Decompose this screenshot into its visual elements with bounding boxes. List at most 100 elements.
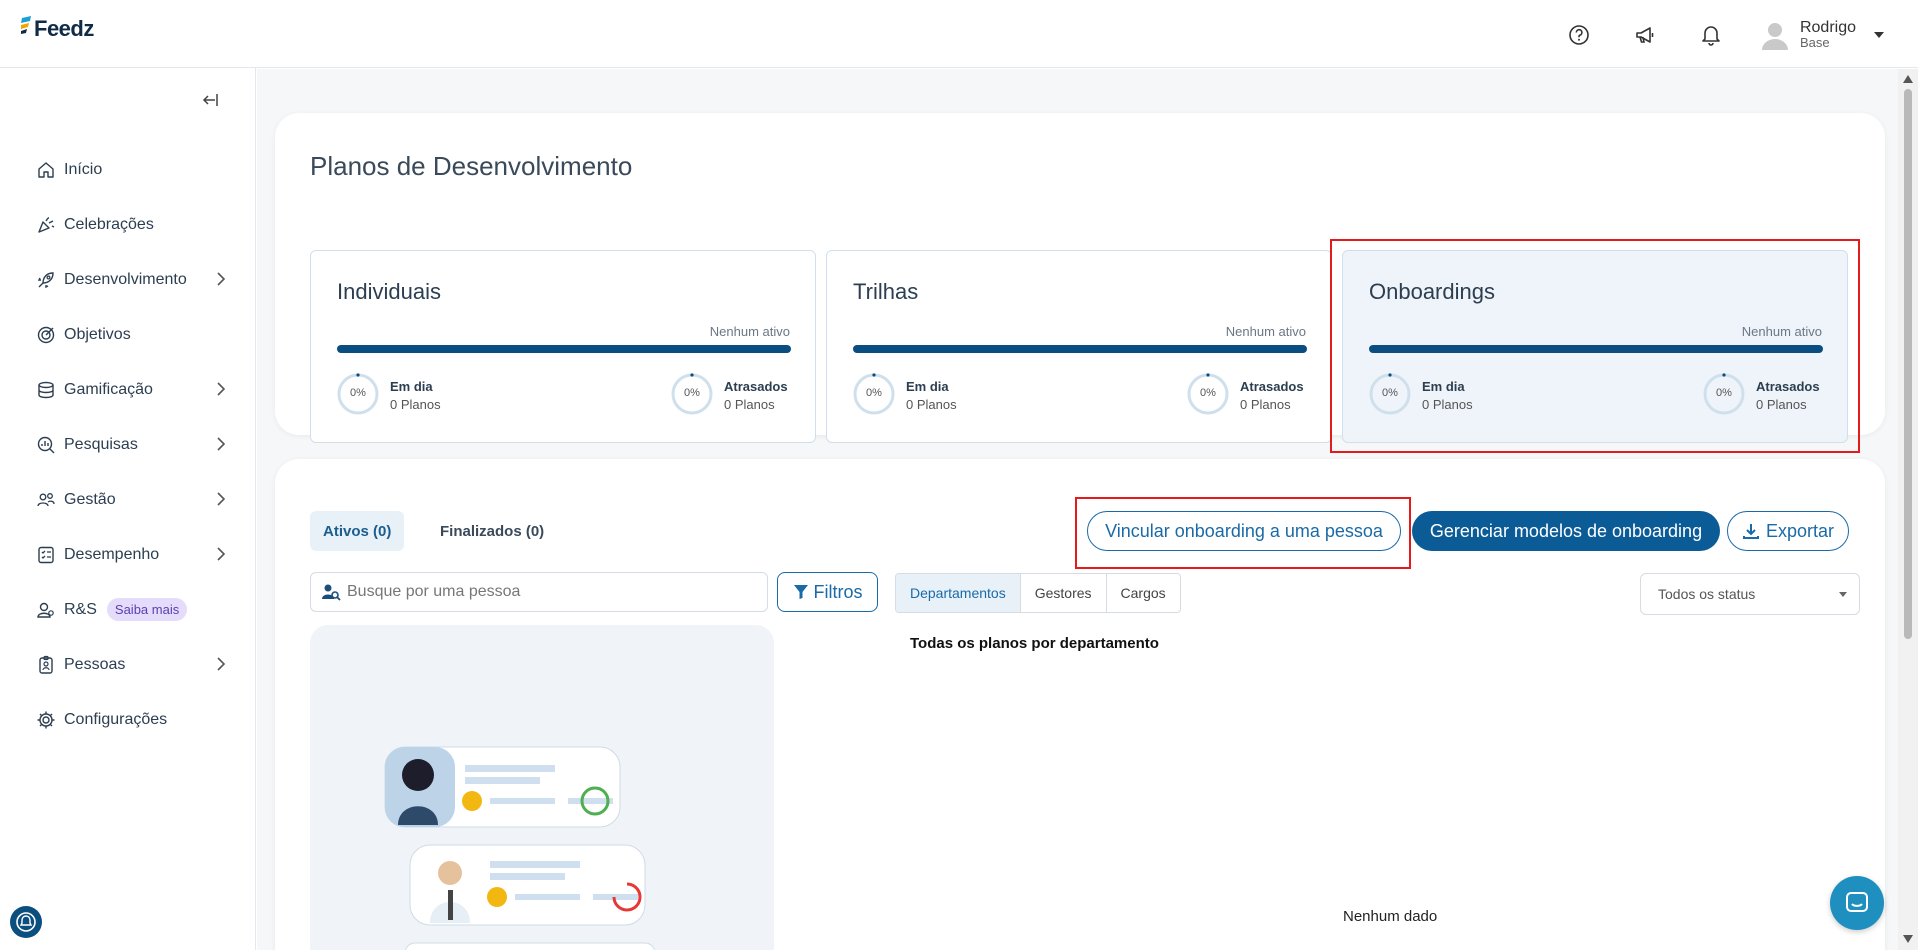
sidebar-item-desenvolvimento[interactable]: Desenvolvimento	[0, 252, 256, 307]
late-label: Atrasados	[1240, 379, 1304, 394]
search-input[interactable]	[347, 583, 747, 601]
scroll-down-icon[interactable]	[1903, 935, 1913, 943]
user-name: Rodrigo	[1799, 19, 1856, 36]
segment-gestores[interactable]: Gestores	[1021, 574, 1107, 612]
coins-icon	[36, 380, 56, 400]
sidebar-item-objetivos[interactable]: Objetivos	[0, 307, 256, 362]
logo-mark-icon	[21, 16, 31, 34]
page-scrollbar[interactable]	[1898, 69, 1918, 950]
stat-status: Nenhum ativo	[709, 324, 790, 339]
checklist-icon	[36, 545, 56, 565]
stat-status: Nenhum ativo	[1225, 324, 1306, 339]
export-button[interactable]: Exportar	[1727, 511, 1849, 551]
stat-card-individuais[interactable]: Individuais Nenhum ativo 0% Em dia 0 Pla…	[310, 250, 816, 443]
gear-icon	[36, 710, 56, 730]
status-select[interactable]: Todos os status	[1640, 573, 1860, 615]
tab-ativos[interactable]: Ativos (0)	[310, 511, 405, 551]
filter-icon	[793, 585, 808, 599]
chart-title: Todas os planos por departamento	[910, 635, 1159, 652]
sidebar-item-label: Celebrações	[64, 215, 154, 233]
stat-title: Trilhas	[853, 279, 919, 304]
people-icon	[36, 490, 56, 510]
sidebar-item-label: Configurações	[64, 710, 168, 728]
page-title: Planos de Desenvolvimento	[310, 151, 633, 181]
megaphone-icon[interactable]	[1628, 18, 1662, 52]
target-icon	[36, 325, 56, 345]
sidebar-item-celebracoes[interactable]: Celebrações	[0, 197, 256, 252]
sidebar-item-label: Gamificação	[64, 380, 153, 398]
highlight-box-onboardings	[1330, 239, 1860, 453]
sidebar-item-label: Desempenho	[64, 545, 160, 563]
on-time-label: Em dia	[906, 379, 949, 394]
progress-bar	[853, 345, 1307, 353]
survey-icon	[36, 435, 56, 455]
sidebar-item-gamificacao[interactable]: Gamificação	[0, 362, 256, 417]
manage-onboarding-models-button[interactable]: Gerenciar modelos de onboarding	[1412, 511, 1720, 551]
segment-cargos[interactable]: Cargos	[1107, 574, 1180, 612]
rocket-icon	[36, 270, 56, 290]
stat-title: Individuais	[337, 279, 441, 304]
sidebar-item-label: Desenvolvimento	[64, 270, 187, 288]
chevron-right-icon	[217, 382, 226, 396]
chevron-right-icon	[217, 657, 226, 671]
on-time-value: 0 Planos	[906, 397, 957, 412]
user-menu[interactable]: Rodrigo Base	[1760, 20, 1884, 50]
plans-list-card: Ativos (0) Finalizados (0) Vincular onbo…	[275, 459, 1885, 950]
status-select-value: Todos os status	[1658, 586, 1756, 602]
sidebar-item-label: Início	[64, 160, 103, 178]
sidebar-item-inicio[interactable]: Início	[0, 142, 256, 197]
user-search-icon	[322, 584, 341, 601]
on-time-label: Em dia	[390, 379, 433, 394]
late-value: 0 Planos	[724, 397, 775, 412]
no-data-label: Nenhum dado	[1343, 908, 1438, 925]
download-icon	[1742, 524, 1759, 539]
party-icon	[36, 215, 56, 235]
segment-departamentos[interactable]: Departamentos	[896, 574, 1021, 612]
on-time-percent: 0%	[866, 387, 882, 399]
sidebar-item-pesquisas[interactable]: Pesquisas	[0, 417, 256, 472]
progress-bar	[337, 345, 791, 353]
sidebar-item-rs[interactable]: R&S Saiba mais	[0, 582, 256, 637]
late-percent: 0%	[1200, 387, 1216, 399]
avatar	[1761, 23, 1788, 50]
sidebar-item-gestao[interactable]: Gestão	[0, 472, 256, 527]
filters-button[interactable]: Filtros	[777, 572, 878, 612]
filters-label: Filtros	[813, 581, 863, 602]
stat-card-trilhas[interactable]: Trilhas Nenhum ativo 0% Em dia 0 Planos …	[826, 250, 1332, 443]
sidebar: Início Celebrações Desenvolvimento Objet…	[0, 68, 256, 950]
sidebar-nav: Início Celebrações Desenvolvimento Objet…	[0, 142, 256, 747]
top-bar: Feedz Rodrigo Base	[0, 0, 1918, 68]
user-info: Rodrigo Base	[1800, 20, 1856, 50]
onboarding-illustration	[384, 746, 656, 950]
chevron-right-icon	[217, 492, 226, 506]
badge-icon	[36, 655, 56, 675]
header-actions: Rodrigo Base	[1562, 18, 1918, 52]
sidebar-item-label: Pessoas	[64, 655, 126, 673]
scroll-up-icon[interactable]	[1903, 75, 1913, 83]
chat-icon[interactable]	[1830, 876, 1884, 930]
chevron-right-icon	[217, 437, 226, 451]
sidebar-item-desempenho[interactable]: Desempenho	[0, 527, 256, 582]
late-percent: 0%	[684, 387, 700, 399]
sidebar-item-label: Objetivos	[64, 325, 131, 343]
caret-down-icon	[1874, 32, 1884, 38]
brand-logo[interactable]: Feedz	[20, 16, 94, 42]
tab-finalizados[interactable]: Finalizados (0)	[427, 511, 557, 551]
search-input-wrapper[interactable]	[310, 572, 768, 612]
collapse-sidebar-icon[interactable]	[200, 90, 220, 110]
late-value: 0 Planos	[1240, 397, 1291, 412]
sidebar-item-configuracoes[interactable]: Configurações	[0, 692, 256, 747]
scroll-thumb[interactable]	[1904, 89, 1912, 639]
sidebar-item-pessoas[interactable]: Pessoas	[0, 637, 256, 692]
saiba-mais-badge[interactable]: Saiba mais	[106, 598, 188, 621]
late-label: Atrasados	[724, 379, 788, 394]
plans-summary-card: Planos de Desenvolvimento Individuais Ne…	[275, 113, 1885, 453]
sidebar-item-label: Pesquisas	[64, 435, 138, 453]
help-icon[interactable]	[1562, 18, 1596, 52]
empty-state-illustration	[310, 625, 774, 950]
accessibility-icon[interactable]	[10, 906, 42, 938]
sidebar-item-label: Gestão	[64, 490, 116, 508]
export-label: Exportar	[1765, 520, 1835, 541]
main-content: Planos de Desenvolvimento Individuais Ne…	[257, 69, 1898, 950]
bell-icon[interactable]	[1694, 18, 1728, 52]
